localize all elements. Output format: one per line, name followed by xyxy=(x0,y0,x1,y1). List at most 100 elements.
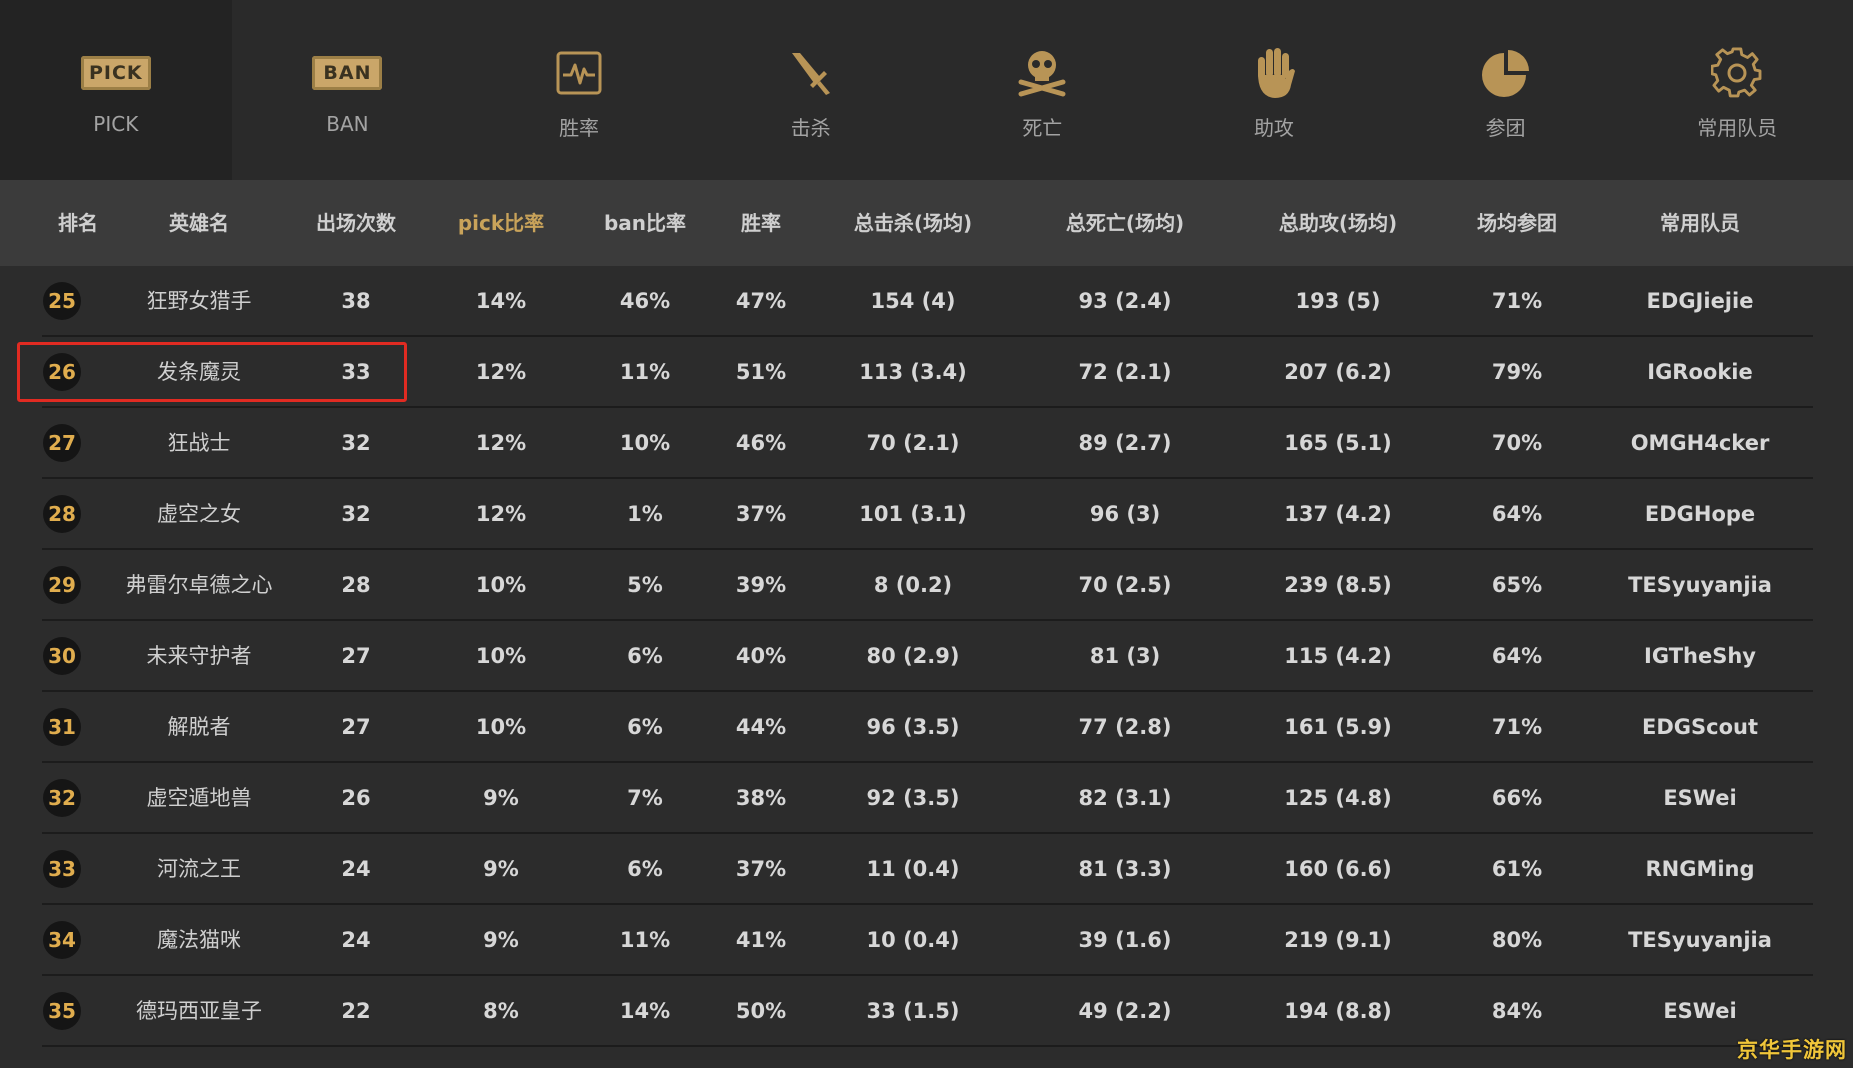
ban-rate: 10% xyxy=(619,431,671,455)
games-count: 27 xyxy=(341,644,371,668)
rank-badge: 29 xyxy=(43,566,81,604)
tab-deaths[interactable]: 死亡 xyxy=(927,0,1159,180)
frequent-teammate: EDGScout xyxy=(1641,715,1759,739)
total-kills: 154 (4) xyxy=(870,289,956,313)
pick-rate: 10% xyxy=(475,573,527,597)
col-assists[interactable]: 总助攻(场均) xyxy=(1279,180,1397,266)
hero-name: 解脱者 xyxy=(167,715,231,739)
table-header: 排名 英雄名 出场次数 pick比率 ban比率 胜率 总击杀(场均) 总死亡(… xyxy=(0,180,1853,266)
ban-rate: 14% xyxy=(619,999,671,1023)
pick-rate: 9% xyxy=(483,928,519,952)
table-row[interactable]: 31 解脱者 27 10% 6% 44% 96 (3.5) 77 (2.8) 1… xyxy=(0,692,1853,763)
col-teamfight[interactable]: 场均参团 xyxy=(1477,180,1557,266)
hero-name: 未来守护者 xyxy=(146,644,252,668)
col-pick-rate[interactable]: pick比率 xyxy=(458,180,544,266)
table-row[interactable]: 27 狂战士 32 12% 10% 46% 70 (2.1) 89 (2.7) … xyxy=(0,408,1853,479)
total-kills: 70 (2.1) xyxy=(866,431,960,455)
games-count: 32 xyxy=(341,502,371,526)
total-deaths: 39 (1.6) xyxy=(1078,928,1172,952)
total-assists: 193 (5) xyxy=(1295,289,1381,313)
rank-badge: 33 xyxy=(43,850,81,888)
col-teammate[interactable]: 常用队员 xyxy=(1660,180,1740,266)
win-rate: 41% xyxy=(735,928,787,952)
teamfight-rate: 79% xyxy=(1491,360,1543,384)
teamfight-rate: 65% xyxy=(1491,573,1543,597)
frequent-teammate: ESWei xyxy=(1663,999,1737,1023)
hero-name: 狂野女猎手 xyxy=(146,289,252,313)
skull-crossbones-icon xyxy=(1002,48,1082,98)
total-kills: 92 (3.5) xyxy=(866,786,960,810)
col-win-rate[interactable]: 胜率 xyxy=(741,180,781,266)
ban-rate: 46% xyxy=(619,289,671,313)
col-kills[interactable]: 总击杀(场均) xyxy=(854,180,972,266)
hero-name: 德玛西亚皇子 xyxy=(136,999,262,1023)
col-ban-rate[interactable]: ban比率 xyxy=(604,180,686,266)
tab-assists[interactable]: 助攻 xyxy=(1158,0,1390,180)
frequent-teammate: TESyuyanjia xyxy=(1628,573,1772,597)
games-count: 27 xyxy=(341,715,371,739)
total-assists: 125 (4.8) xyxy=(1284,786,1392,810)
table-row[interactable]: 32 虚空遁地兽 26 9% 7% 38% 92 (3.5) 82 (3.1) … xyxy=(0,763,1853,834)
games-count: 32 xyxy=(341,431,371,455)
ban-rate: 5% xyxy=(627,573,663,597)
win-rate: 37% xyxy=(735,502,787,526)
teamfight-rate: 80% xyxy=(1491,928,1543,952)
total-kills: 101 (3.1) xyxy=(859,502,967,526)
hero-name: 河流之王 xyxy=(157,857,241,881)
total-deaths: 82 (3.1) xyxy=(1078,786,1172,810)
total-assists: 137 (4.2) xyxy=(1284,502,1392,526)
total-kills: 33 (1.5) xyxy=(866,999,960,1023)
pick-rate: 8% xyxy=(483,999,519,1023)
total-assists: 194 (8.8) xyxy=(1284,999,1392,1023)
win-rate: 38% xyxy=(735,786,787,810)
total-assists: 161 (5.9) xyxy=(1284,715,1392,739)
col-games[interactable]: 出场次数 xyxy=(316,180,396,266)
tab-kills[interactable]: 击杀 xyxy=(695,0,927,180)
hero-name: 虚空遁地兽 xyxy=(146,786,252,810)
table-row[interactable]: 35 德玛西亚皇子 22 8% 14% 50% 33 (1.5) 49 (2.2… xyxy=(0,976,1853,1047)
tab-ban[interactable]: BAN BAN xyxy=(232,0,464,180)
table-row[interactable]: 25 狂野女猎手 38 14% 46% 47% 154 (4) 93 (2.4)… xyxy=(0,266,1853,337)
total-assists: 160 (6.6) xyxy=(1284,857,1392,881)
col-hero[interactable]: 英雄名 xyxy=(169,180,229,266)
total-kills: 11 (0.4) xyxy=(866,857,960,881)
tab-pick[interactable]: PICK PICK xyxy=(0,0,232,180)
tab-winrate[interactable]: 胜率 xyxy=(463,0,695,180)
table-row[interactable]: 28 虚空之女 32 12% 1% 37% 101 (3.1) 96 (3) 1… xyxy=(0,479,1853,550)
teamfight-rate: 70% xyxy=(1491,431,1543,455)
ban-rate: 1% xyxy=(627,502,663,526)
teamfight-rate: 71% xyxy=(1491,715,1543,739)
total-assists: 207 (6.2) xyxy=(1284,360,1392,384)
rank-badge: 34 xyxy=(43,921,81,959)
games-count: 24 xyxy=(341,857,371,881)
tab-teamfight[interactable]: 参团 xyxy=(1390,0,1622,180)
games-count: 26 xyxy=(341,786,371,810)
total-deaths: 93 (2.4) xyxy=(1078,289,1172,313)
col-deaths[interactable]: 总死亡(场均) xyxy=(1066,180,1184,266)
table-row[interactable]: 33 河流之王 24 9% 6% 37% 11 (0.4) 81 (3.3) 1… xyxy=(0,834,1853,905)
tab-teammates[interactable]: 常用队员 xyxy=(1621,0,1853,180)
teamfight-rate: 64% xyxy=(1491,644,1543,668)
hero-name: 弗雷尔卓德之心 xyxy=(125,573,273,597)
col-rank[interactable]: 排名 xyxy=(58,180,98,266)
pulse-chart-icon xyxy=(539,48,619,98)
tab-deaths-label: 死亡 xyxy=(1022,116,1063,140)
tab-winrate-label: 胜率 xyxy=(559,116,600,140)
ban-rate: 7% xyxy=(627,786,663,810)
teamfight-rate: 71% xyxy=(1491,289,1543,313)
table-row[interactable]: 30 未来守护者 27 10% 6% 40% 80 (2.9) 81 (3) 1… xyxy=(0,621,1853,692)
table-row[interactable]: 34 魔法猫咪 24 9% 11% 41% 10 (0.4) 39 (1.6) … xyxy=(0,905,1853,976)
rank-badge: 32 xyxy=(43,779,81,817)
tab-ban-label: BAN xyxy=(326,112,369,136)
pick-rate: 10% xyxy=(475,715,527,739)
total-deaths: 77 (2.8) xyxy=(1078,715,1172,739)
total-assists: 115 (4.2) xyxy=(1284,644,1392,668)
total-deaths: 72 (2.1) xyxy=(1078,360,1172,384)
games-count: 28 xyxy=(341,573,371,597)
pick-rate: 12% xyxy=(475,431,527,455)
rank-badge: 30 xyxy=(43,637,81,675)
win-rate: 51% xyxy=(735,360,787,384)
table-row[interactable]: 29 弗雷尔卓德之心 28 10% 5% 39% 8 (0.2) 70 (2.5… xyxy=(0,550,1853,621)
frequent-teammate: EDGJiejie xyxy=(1646,289,1754,313)
total-deaths: 81 (3.3) xyxy=(1078,857,1172,881)
